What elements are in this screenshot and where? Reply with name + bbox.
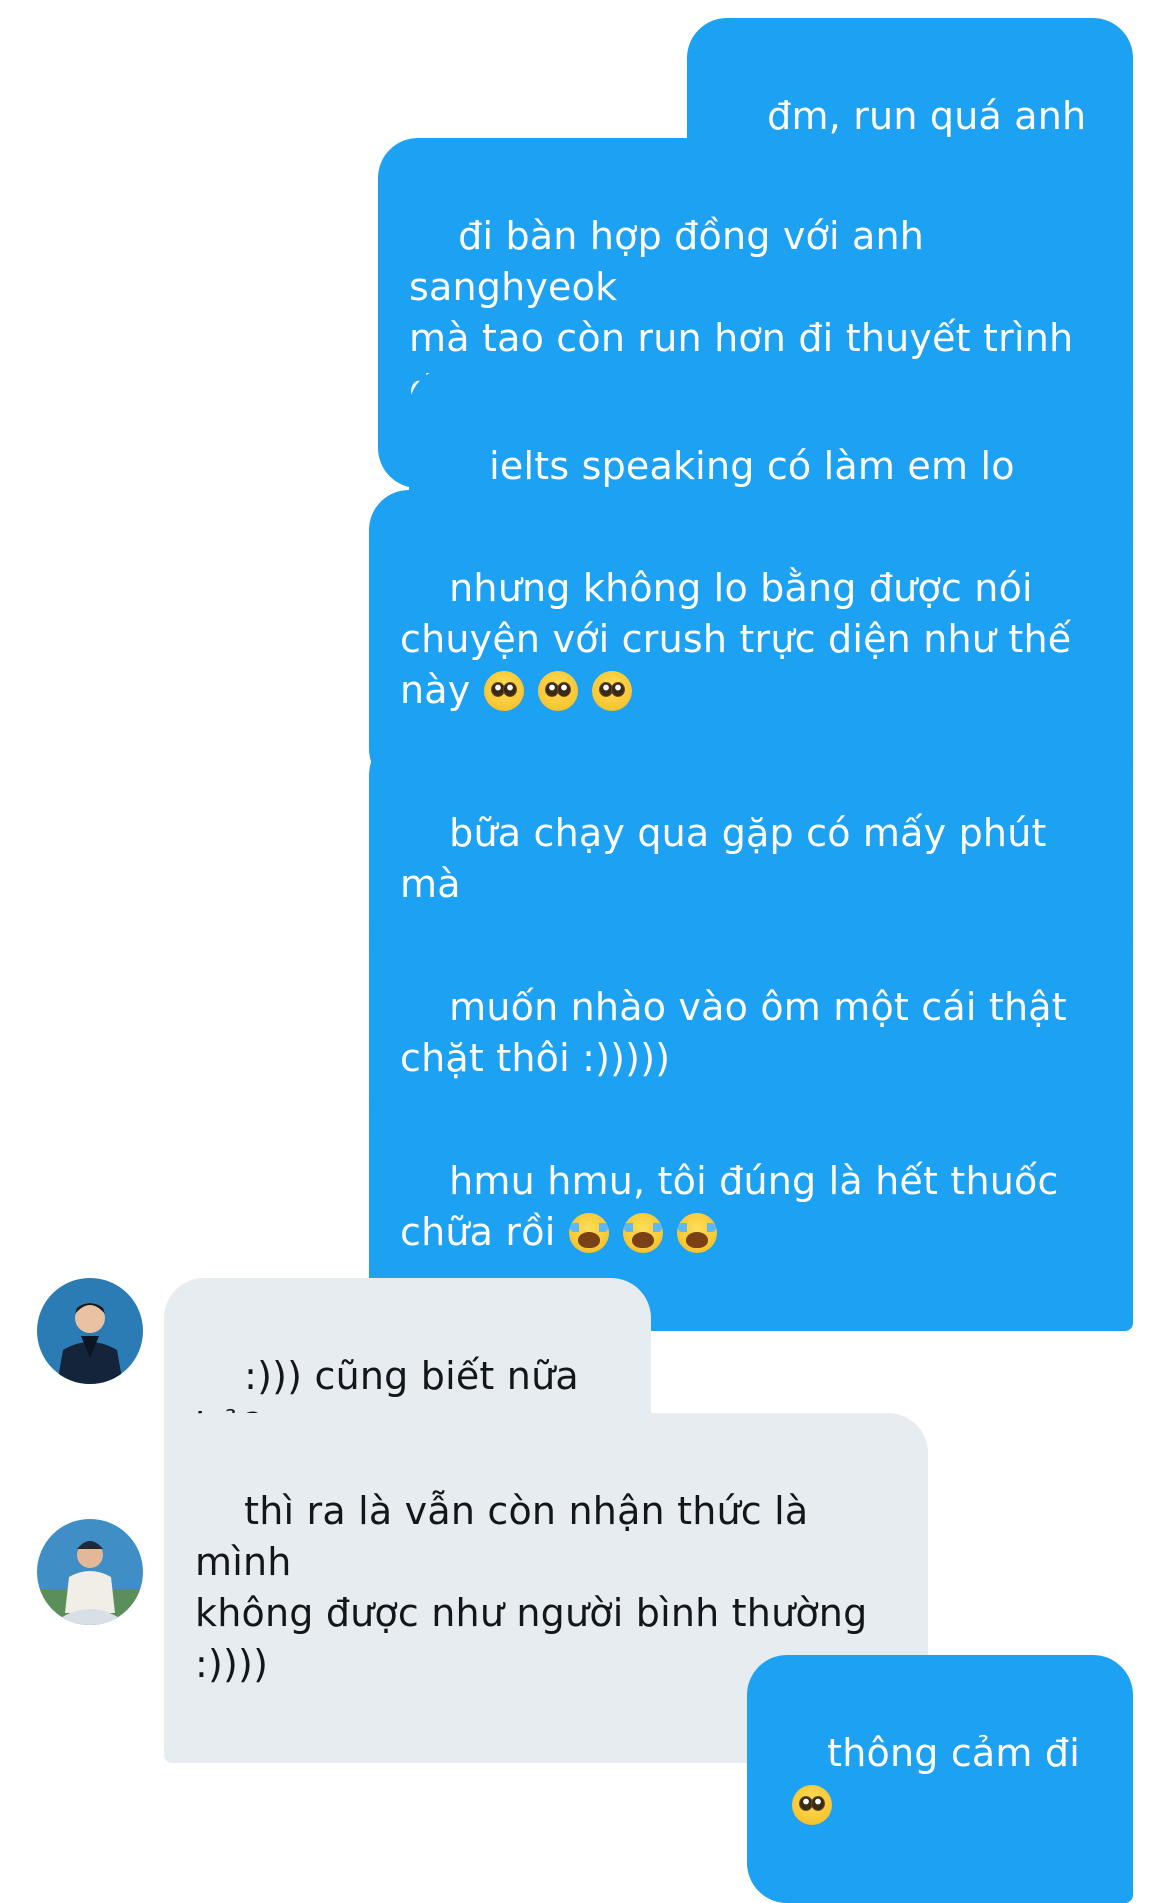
message-text: hmu hmu, tôi đúng là hết thuốc chữa rồi: [400, 1159, 1059, 1254]
pleading-face-icon: [538, 671, 579, 711]
message-text: thì ra là vẫn còn nhận thức là mình khôn…: [195, 1489, 868, 1686]
outgoing-message[interactable]: thông cảm đi: [747, 1655, 1133, 1903]
contact-avatar[interactable]: [37, 1519, 143, 1625]
loudly-crying-face-icon: [677, 1213, 718, 1253]
contact-avatar[interactable]: [37, 1278, 143, 1384]
message-text: thông cảm đi: [827, 1731, 1080, 1775]
pleading-face-icon: [792, 1785, 832, 1825]
chat-thread: đm, run quá anh em ơi đi bàn hợp đồng vớ…: [0, 0, 1170, 1903]
pleading-face-icon: [484, 671, 525, 711]
loudly-crying-face-icon: [623, 1213, 664, 1253]
loudly-crying-face-icon: [569, 1213, 610, 1253]
pleading-face-icon: [592, 671, 633, 711]
message-text: muốn nhào vào ôm một cái thật chặt thôi …: [400, 985, 1067, 1080]
